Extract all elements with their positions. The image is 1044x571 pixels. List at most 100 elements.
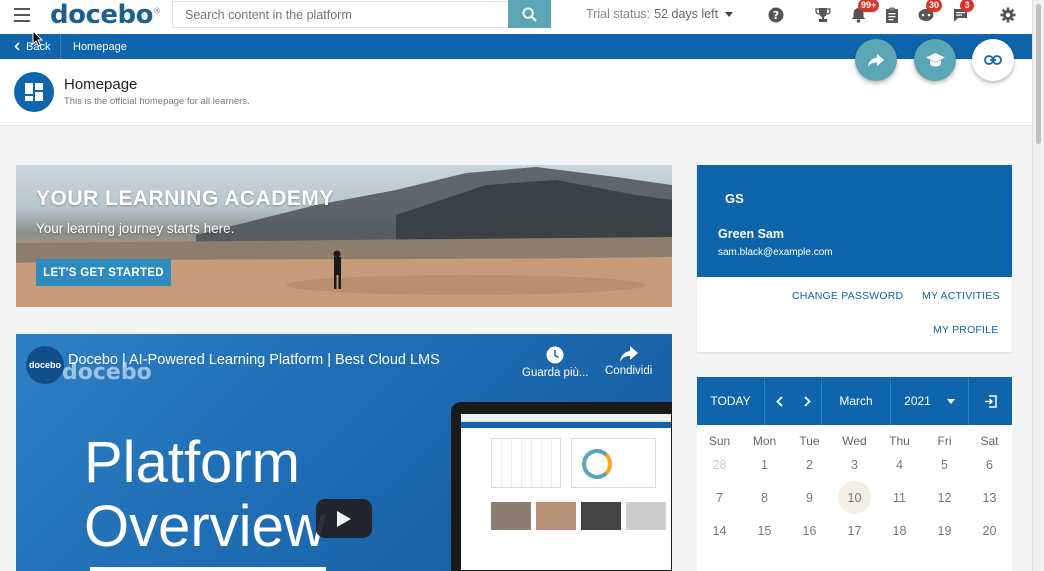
prev-month-button[interactable] (765, 377, 793, 425)
page-title: Homepage (64, 76, 138, 93)
coach-badge: 30 (926, 0, 943, 12)
share-arrow-icon (868, 53, 884, 67)
calendar-day[interactable]: 12 (922, 491, 967, 505)
trial-days: 52 days left (654, 7, 719, 21)
trophy-icon[interactable] (813, 6, 833, 24)
calendar-day[interactable]: 9 (787, 491, 832, 505)
top-bar: docebo® Trial status: 52 days left ? 99+… (0, 0, 1032, 34)
gear-icon[interactable] (998, 6, 1018, 24)
calendar-week-row: 14 15 16 17 18 19 20 (697, 514, 1012, 547)
hero-subtitle: Your learning journey starts here. (36, 221, 235, 236)
year-select[interactable]: 2021 (891, 377, 969, 425)
sign-in-icon (985, 394, 997, 408)
calendar-day[interactable]: 13 (967, 491, 1012, 505)
share-video-button[interactable]: Condividi (605, 346, 652, 377)
video-title[interactable]: Docebo | AI-Powered Learning Platform | … (68, 352, 440, 368)
hamburger-menu-icon[interactable] (14, 8, 30, 22)
weekday-label: Tue (799, 434, 820, 448)
docebo-logo[interactable]: docebo® (50, 0, 161, 30)
user-email: sam.black@example.com (718, 247, 833, 258)
scrollbar-thumb[interactable] (1036, 4, 1041, 144)
calendar-day[interactable]: 5 (922, 458, 967, 472)
laptop-illustration (451, 402, 672, 571)
calendar-day-today[interactable]: 10 (838, 481, 871, 514)
calendar-widget: TODAY March 2021 Sun Mon Tue Wed Thu Fri Sat 2… (697, 377, 1012, 571)
calendar-day[interactable]: 14 (697, 524, 742, 538)
mouse-cursor-icon (32, 30, 44, 47)
weekday-label: Wed (842, 434, 867, 448)
calendar-day[interactable]: 6 (967, 458, 1012, 472)
calendar-header: TODAY March 2021 (697, 377, 1012, 425)
calendar-day[interactable]: 7 (697, 491, 742, 505)
calendar-day[interactable]: 18 (877, 524, 922, 538)
calendar-day[interactable]: 16 (787, 524, 832, 538)
calendar-day[interactable]: 1 (742, 458, 787, 472)
calendar-day[interactable]: 20 (967, 524, 1012, 538)
calendar-day[interactable]: 2 (787, 458, 832, 472)
back-button[interactable]: Back (0, 34, 61, 59)
hero-banner: YOUR LEARNING ACADEMY Your learning jour… (16, 165, 672, 307)
coach-icon[interactable]: 30 (916, 0, 943, 24)
help-icon[interactable]: ? (766, 6, 786, 24)
change-password-link[interactable]: CHANGE PASSWORD (792, 290, 903, 302)
today-button[interactable]: TODAY (697, 377, 765, 425)
calendar-day[interactable]: 17 (832, 524, 877, 538)
courses-button[interactable] (914, 39, 956, 81)
weekday-label: Mon (752, 434, 777, 448)
chevron-left-icon (14, 42, 20, 51)
profile-header: GS Green Sam sam.black@example.com (697, 165, 1012, 277)
get-started-button[interactable]: LET'S GET STARTED (36, 259, 171, 286)
share-button[interactable] (855, 39, 897, 81)
play-button[interactable] (316, 499, 372, 538)
weekday-row: Sun Mon Tue Wed Thu Fri Sat (697, 434, 1012, 448)
my-activities-link[interactable]: MY ACTIVITIES (922, 290, 1000, 302)
page-scrollbar[interactable] (1032, 0, 1044, 571)
clock-icon (546, 346, 564, 364)
month-label: March (822, 377, 891, 425)
channel-avatar[interactable]: docebo (26, 346, 64, 384)
play-icon (337, 510, 351, 527)
watch-later-label: Guarda più... (522, 367, 589, 379)
bell-icon[interactable]: 99+ (848, 0, 880, 24)
page-subtitle: This is the official homepage for all le… (64, 96, 250, 107)
calendar-day[interactable]: 15 (742, 524, 787, 538)
clipboard-icon[interactable] (882, 6, 902, 24)
calendar-week-row: 7 8 9 10 11 12 13 (697, 481, 1012, 514)
weekday-label: Sun (708, 434, 731, 448)
video-embed[interactable]: docebo docebo Docebo | AI-Powered Learni… (16, 334, 672, 571)
search-input[interactable] (172, 1, 508, 28)
chevron-down-icon (725, 11, 734, 17)
watch-later-button[interactable]: Guarda più... (522, 346, 588, 379)
calendar-day[interactable]: 3 (832, 458, 877, 472)
weekday-label: Fri (937, 434, 952, 448)
dashboard-icon (14, 72, 54, 112)
weekday-label: Sat (980, 434, 999, 448)
calendar-day[interactable]: 11 (877, 491, 922, 505)
video-headline-line1: Platform (84, 430, 300, 495)
year-label: 2021 (904, 394, 931, 408)
sign-in-button[interactable] (969, 377, 1012, 425)
chat-badge: 3 (960, 0, 974, 12)
calendar-day[interactable]: 8 (742, 491, 787, 505)
calendar-day[interactable]: 19 (922, 524, 967, 538)
video-headline-line2: Overview (84, 494, 326, 559)
graduation-cap-icon (925, 53, 945, 67)
chevron-right-icon (803, 395, 811, 407)
chevron-down-icon (946, 398, 955, 404)
calendar-day[interactable]: 28 (697, 458, 742, 472)
copy-link-button[interactable] (972, 39, 1014, 81)
my-profile-link[interactable]: MY PROFILE (933, 324, 998, 336)
calendar-day[interactable]: 4 (877, 458, 922, 472)
svg-text:?: ? (773, 9, 779, 22)
chat-icon[interactable]: 3 (950, 0, 974, 24)
chevron-left-icon (775, 395, 783, 407)
search-button[interactable] (508, 0, 551, 28)
share-icon (619, 346, 638, 362)
trial-status[interactable]: Trial status: 52 days left (586, 7, 734, 21)
avatar[interactable]: GS (725, 191, 744, 206)
next-month-button[interactable] (793, 377, 822, 425)
link-icon (984, 55, 1002, 65)
trial-label: Trial status: (586, 7, 651, 21)
search-icon (522, 6, 537, 22)
share-label: Condividi (605, 365, 653, 377)
